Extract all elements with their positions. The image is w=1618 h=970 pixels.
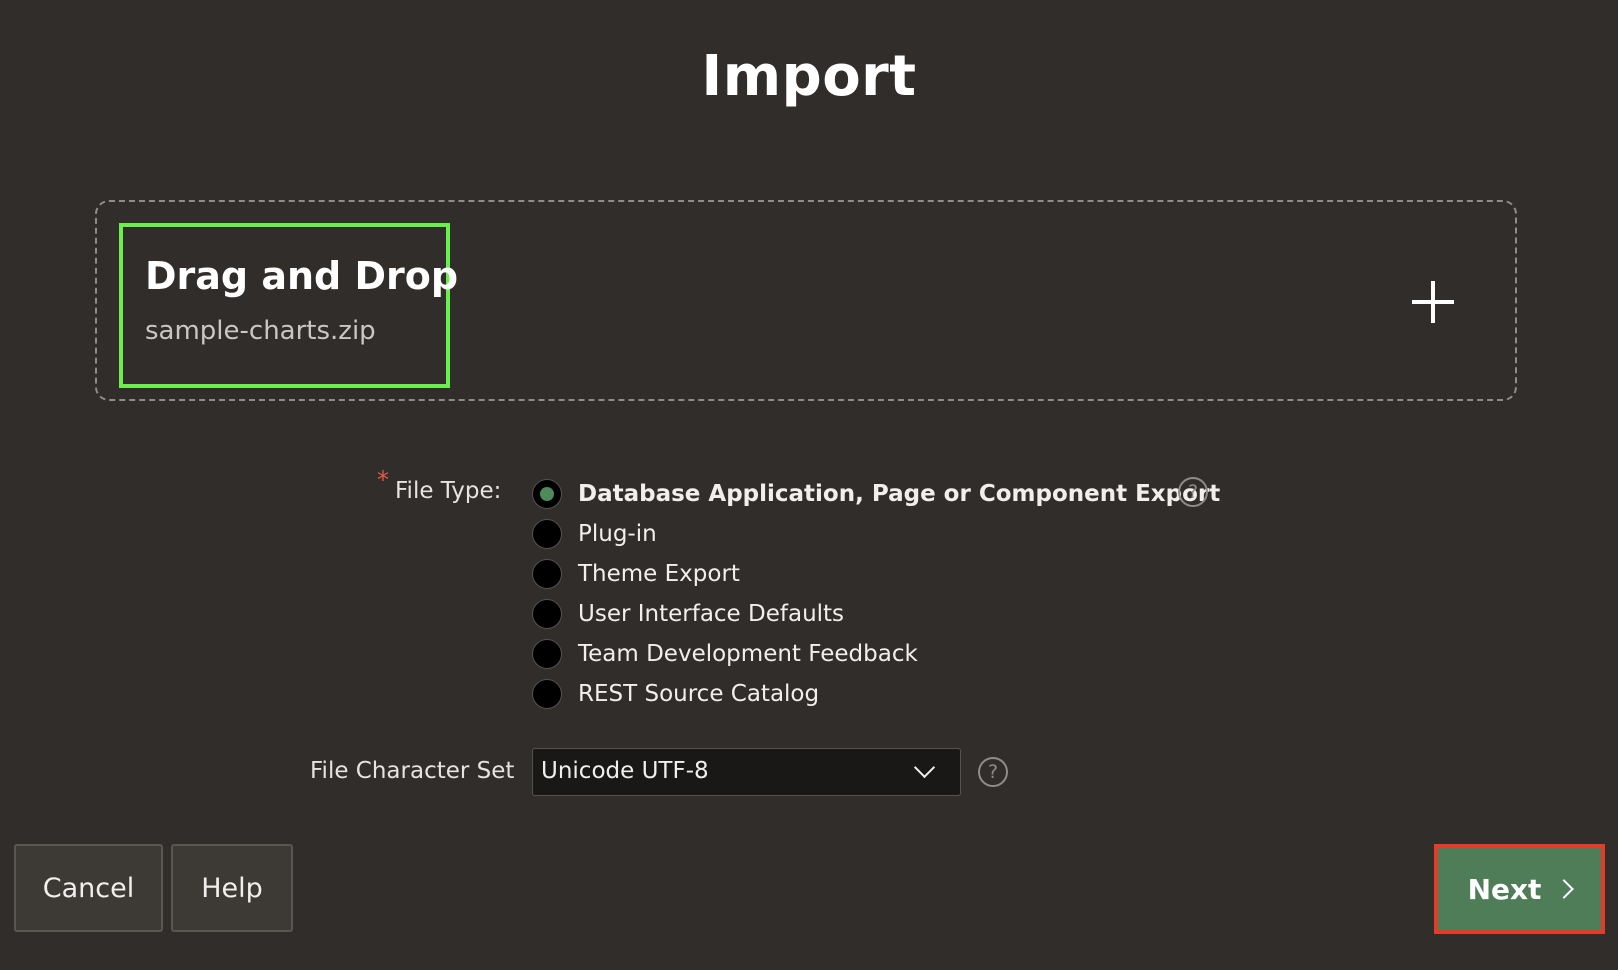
select-value: Unicode UTF-8 [541, 758, 709, 784]
chevron-right-icon [1554, 879, 1575, 899]
radio-button[interactable] [532, 519, 562, 549]
file-type-help-icon[interactable]: ? [1178, 477, 1208, 507]
next-button-label: Next [1467, 872, 1542, 906]
radio-button[interactable] [532, 679, 562, 709]
radio-label: Team Development Feedback [578, 641, 918, 667]
radio-button[interactable] [532, 599, 562, 629]
radio-label: Plug-in [578, 521, 657, 547]
cancel-button[interactable]: Cancel [14, 844, 163, 932]
next-button[interactable]: Next [1434, 844, 1605, 934]
radio-option-plug-in[interactable]: Plug-in [532, 514, 1220, 554]
radio-label: User Interface Defaults [578, 601, 845, 627]
radio-label: REST Source Catalog [578, 681, 820, 707]
radio-label: Database Application, Page or Component … [578, 481, 1221, 507]
radio-option-team-development-feedback[interactable]: Team Development Feedback [532, 634, 1220, 674]
radio-button[interactable] [532, 639, 562, 669]
file-type-label: File Type: [395, 478, 502, 504]
radio-option-database-application[interactable]: Database Application, Page or Component … [532, 474, 1220, 514]
radio-option-theme-export[interactable]: Theme Export [532, 554, 1220, 594]
dropzone-filename: sample-charts.zip [145, 316, 376, 346]
page-title: Import [701, 44, 917, 109]
radio-option-user-interface-defaults[interactable]: User Interface Defaults [532, 594, 1220, 634]
plus-icon[interactable] [1412, 281, 1454, 323]
radio-button[interactable] [532, 479, 562, 509]
help-button[interactable]: Help [171, 844, 293, 932]
dropzone-text-highlight[interactable]: Drag and Drop sample-charts.zip [119, 223, 459, 388]
radio-label: Theme Export [578, 561, 740, 587]
file-character-set-label: File Character Set [310, 758, 515, 784]
file-character-set-select[interactable]: Unicode UTF-8 [532, 748, 961, 796]
chevron-down-icon [913, 756, 936, 779]
charset-help-icon[interactable]: ? [978, 757, 1008, 787]
radio-button[interactable] [532, 559, 562, 589]
file-type-radio-group: Database Application, Page or Component … [532, 474, 1220, 714]
required-marker: * [377, 466, 389, 494]
radio-option-rest-source-catalog[interactable]: REST Source Catalog [532, 674, 1220, 714]
dropzone-heading: Drag and Drop [145, 254, 459, 298]
